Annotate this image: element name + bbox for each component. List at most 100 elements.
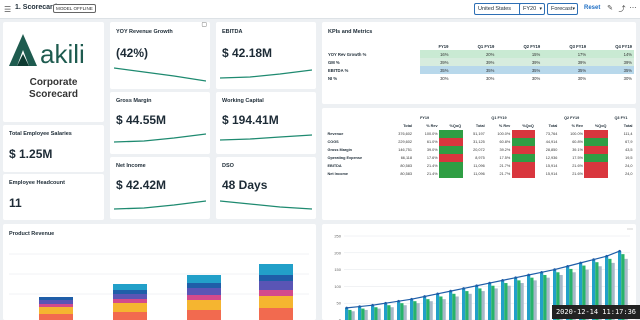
bar[interactable] (358, 306, 362, 320)
bar-segment[interactable] (187, 288, 221, 295)
bar[interactable] (481, 291, 485, 320)
bar-segment[interactable] (259, 296, 293, 308)
bar-segment[interactable] (259, 308, 293, 320)
reset-button[interactable]: Reset (584, 5, 600, 11)
bar[interactable] (403, 305, 407, 320)
bar-segment[interactable] (113, 312, 147, 320)
bar[interactable] (361, 308, 365, 320)
bar[interactable] (410, 299, 414, 320)
scenario-select[interactable]: Forecast ▾ (547, 3, 578, 15)
bar[interactable] (533, 280, 537, 320)
bar-segment[interactable] (39, 304, 73, 307)
bar[interactable] (488, 283, 492, 320)
bar[interactable] (449, 291, 453, 320)
column-header: % Rev (571, 124, 583, 128)
bar-segment[interactable] (39, 307, 73, 314)
bar[interactable] (494, 288, 498, 320)
bar-segment[interactable] (39, 297, 73, 300)
bar-segment[interactable] (39, 314, 73, 320)
bar[interactable] (423, 296, 427, 320)
bar[interactable] (364, 309, 368, 320)
bar-segment[interactable] (187, 283, 221, 288)
bar[interactable] (507, 285, 511, 320)
bar[interactable] (351, 311, 355, 320)
bar[interactable] (465, 291, 469, 320)
bar-segment[interactable] (187, 300, 221, 310)
table-cell (584, 170, 608, 178)
bar-segment[interactable] (39, 300, 73, 304)
bar[interactable] (527, 274, 531, 320)
table-cell: 39.1% (572, 148, 583, 152)
bar-segment[interactable] (187, 275, 221, 283)
bar[interactable] (517, 280, 521, 320)
bar[interactable] (543, 274, 547, 320)
bar[interactable] (455, 296, 459, 320)
edit-icon[interactable]: ✎ (606, 4, 614, 12)
year-select-value: FY20 (523, 6, 537, 12)
table-cell: 30% (485, 75, 495, 81)
bar-segment[interactable] (113, 294, 147, 299)
menu-icon[interactable]: ☰ (4, 5, 13, 14)
row-label: Revenue (327, 132, 344, 136)
bar-segment[interactable] (259, 290, 293, 296)
bar[interactable] (345, 307, 349, 320)
bar-segment[interactable] (187, 310, 221, 320)
bar[interactable] (475, 285, 479, 320)
sparkline (114, 67, 206, 82)
bar[interactable] (387, 305, 391, 320)
bar[interactable] (546, 277, 550, 320)
bar-segment[interactable] (187, 295, 221, 300)
bar[interactable] (371, 305, 375, 320)
bar[interactable] (504, 283, 508, 320)
bar[interactable] (439, 296, 443, 320)
bar-segment[interactable] (113, 284, 147, 290)
bar[interactable] (390, 307, 394, 320)
bar[interactable] (429, 301, 433, 320)
table-cell: 51,197 (473, 132, 485, 136)
bar[interactable] (468, 293, 472, 320)
bar[interactable] (397, 301, 401, 320)
bar[interactable] (374, 307, 378, 320)
table-cell: 376,602 (398, 132, 413, 136)
bar[interactable] (400, 303, 404, 320)
bar[interactable] (478, 288, 482, 320)
bar-segment[interactable] (259, 264, 293, 275)
bar-segment[interactable] (259, 281, 293, 290)
bar[interactable] (520, 283, 524, 320)
kpi-card-ebitda: EBITDA $ 42.18M (216, 22, 316, 89)
bar[interactable] (491, 285, 495, 320)
bar[interactable] (530, 277, 534, 320)
table-cell: 24,0 (625, 172, 633, 176)
bar[interactable] (426, 299, 430, 320)
table-cell: 39.2% (499, 148, 511, 152)
table-cell: 15,914 (545, 164, 558, 168)
bar[interactable] (462, 288, 466, 320)
bar[interactable] (442, 299, 446, 320)
table-cell: 12,936 (545, 156, 558, 160)
bar-segment[interactable] (259, 275, 293, 281)
bar[interactable] (413, 301, 417, 320)
bar[interactable] (452, 293, 456, 320)
bar[interactable] (514, 277, 518, 320)
kpi-card-net-income: Net Income $ 42.42M (110, 157, 210, 219)
bar[interactable] (384, 303, 388, 320)
bar[interactable] (416, 303, 420, 320)
bar[interactable] (501, 280, 505, 320)
year-select[interactable]: FY20 ▾ (519, 3, 545, 15)
table-cell: 30% (440, 75, 449, 81)
bar-segment[interactable] (113, 290, 147, 294)
table-cell (439, 130, 463, 138)
share-icon[interactable]: ⤴ (618, 4, 626, 14)
table-cell: 60.8% (572, 140, 583, 144)
status-badge: MODEL OFFLINE (53, 4, 96, 13)
scenario-select-value: Forecast (551, 6, 573, 12)
chat-icon[interactable]: ▢ (201, 21, 207, 28)
column-header: Total (475, 124, 485, 128)
bar-segment[interactable] (113, 303, 147, 312)
bar[interactable] (377, 308, 381, 320)
bar[interactable] (540, 272, 544, 320)
bar[interactable] (436, 293, 440, 320)
more-icon[interactable]: ⋯ (629, 4, 637, 12)
bar-segment[interactable] (113, 299, 147, 303)
bar[interactable] (348, 309, 352, 320)
